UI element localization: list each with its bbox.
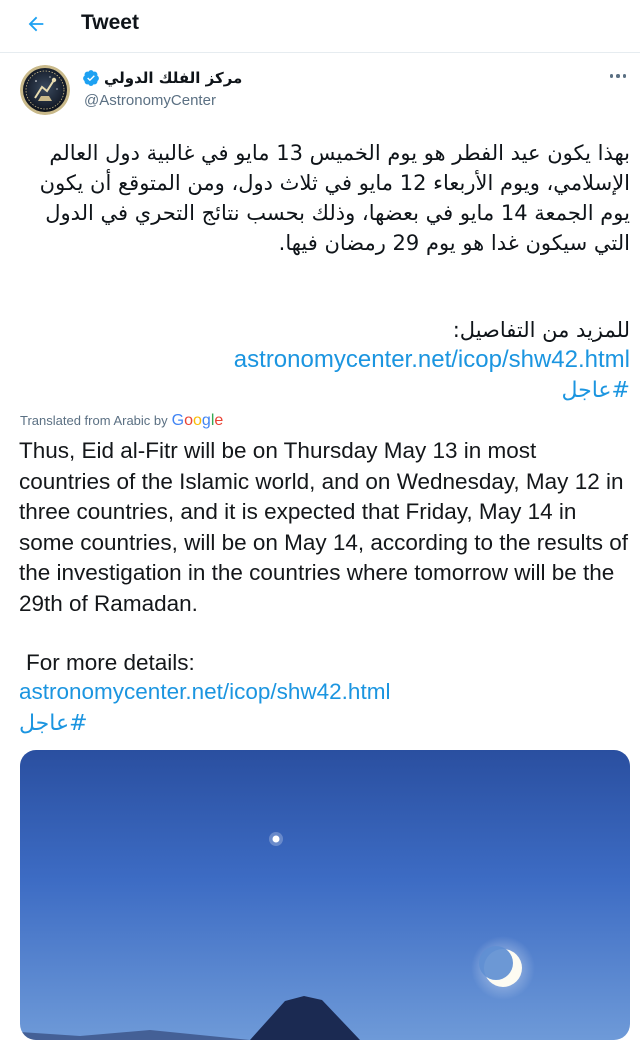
night-sky-crescent-moon-image xyxy=(20,750,630,1040)
tweet-text-translated: Thus, Eid al-Fitr will be on Thursday Ma… xyxy=(19,438,629,616)
more-dots-icon xyxy=(609,74,614,78)
more-dot xyxy=(616,74,620,78)
hashtag-link-translated[interactable]: #عاجل xyxy=(19,709,88,739)
tweet-media-image[interactable] xyxy=(20,750,630,1040)
translation-attribution: Translated from Arabic by Google xyxy=(20,412,223,430)
tweet-link-translated[interactable]: astronomycenter.net/icop/shw42.html xyxy=(19,677,390,707)
author-name: مركز الفلك الدولي xyxy=(104,69,243,87)
tweet-link[interactable]: astronomycenter.net/icop/shw42.html xyxy=(18,345,630,375)
back-button[interactable] xyxy=(22,10,50,38)
author-handle[interactable]: @AstronomyCenter xyxy=(84,92,216,109)
top-bar: Tweet xyxy=(0,0,640,53)
observatory-logo-icon xyxy=(20,65,70,115)
page-title: Tweet xyxy=(81,11,139,34)
more-details-english: For more details: xyxy=(26,650,195,675)
hashtag-link[interactable]: #عاجل xyxy=(18,376,630,406)
arrow-left-icon xyxy=(28,16,44,32)
author-name-row[interactable]: مركز الفلك الدولي xyxy=(82,69,242,87)
tweet-text-arabic: بهذا يكون عيد الفطر هو يوم الخميس 13 ماي… xyxy=(32,141,630,255)
more-details-arabic: للمزيد من التفاصيل: xyxy=(452,318,630,342)
avatar[interactable] xyxy=(20,65,70,115)
verified-badge-icon xyxy=(83,70,99,86)
translated-from-label: Translated from Arabic by xyxy=(20,413,168,428)
more-dot xyxy=(622,74,627,78)
more-options-button[interactable] xyxy=(606,66,630,86)
google-logo[interactable]: Google xyxy=(172,412,224,430)
